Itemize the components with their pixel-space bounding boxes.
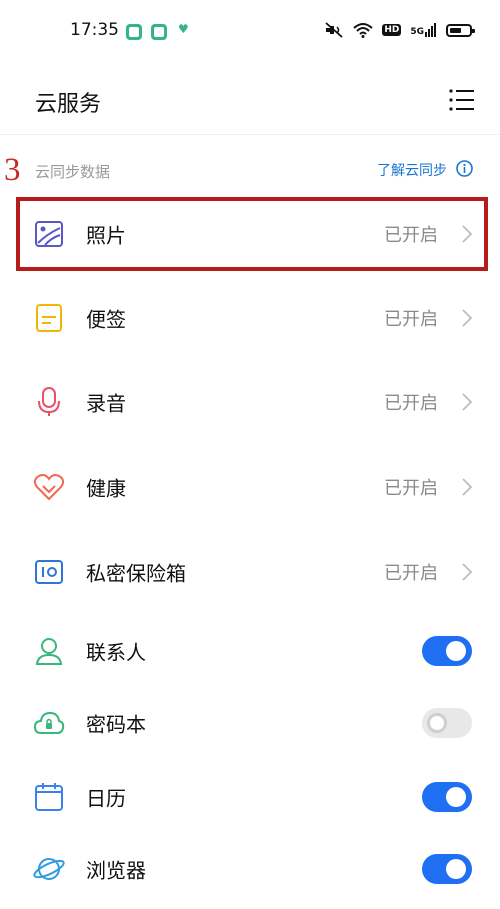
signal-icon: 5G [410,23,437,37]
microphone-icon [38,387,60,416]
heart-icon [33,474,65,501]
sync-item-password-book: 密码本 [0,683,500,763]
sync-item-calendar: 日历 [0,757,500,837]
info-button[interactable] [456,160,473,177]
header-divider [0,134,500,135]
note-icon [36,304,62,332]
hd-icon: HD [382,24,402,36]
sync-item-contacts: 联系人 [0,611,500,691]
sync-item-recordings[interactable]: 录音 已开启 [0,362,500,442]
safe-icon [35,560,63,584]
network-type: 5G [410,27,424,37]
sync-item-health[interactable]: 健康 已开启 [0,447,500,527]
sync-item-private-safe[interactable]: 私密保险箱 已开启 [0,532,500,612]
item-status: 已开启 [384,393,438,414]
item-label: 便签 [86,307,126,332]
chevron-right-icon [462,309,473,327]
status-indicators: HD 5G [324,22,475,38]
menu-button[interactable] [448,88,476,112]
cloud-lock-icon [33,711,65,734]
item-label: 录音 [86,391,126,416]
toggle-knob [446,859,466,879]
status-time: 17:35 [70,20,119,40]
page-title: 云服务 [35,92,102,117]
calendar-toggle[interactable] [422,782,472,812]
item-label: 密码本 [86,712,146,737]
app-icon [126,24,142,40]
toggle-knob [446,787,466,807]
learn-sync-link[interactable]: 了解云同步 [377,160,447,180]
password-book-toggle[interactable] [422,708,472,738]
app-icon [151,24,167,40]
item-label: 联系人 [86,640,146,665]
battery-icon [446,23,475,37]
contacts-toggle[interactable] [422,636,472,666]
list-menu-icon [449,89,474,111]
browser-toggle[interactable] [422,854,472,884]
calendar-icon [35,783,63,811]
mute-icon [325,22,343,38]
toggle-knob [446,641,466,661]
toggle-knob [427,713,447,733]
wifi-icon [353,23,373,38]
browser-icon [33,858,65,880]
item-label: 私密保险箱 [86,561,186,586]
chevron-right-icon [462,393,473,411]
chevron-right-icon [462,563,473,581]
item-label: 日历 [86,786,126,811]
chevron-right-icon [462,478,473,496]
item-status: 已开启 [384,309,438,330]
heart-icon: ♥ [178,22,189,36]
item-status: 已开启 [384,563,438,584]
info-icon [456,160,473,177]
item-label: 健康 [86,476,126,501]
section-label: 云同步数据 [35,163,111,181]
sync-item-notes[interactable]: 便签 已开启 [0,278,500,358]
item-label: 浏览器 [86,858,146,883]
item-status: 已开启 [384,478,438,499]
sync-item-browser: 浏览器 [0,829,500,909]
contact-icon [35,638,63,665]
step-annotation: 3 [4,152,21,188]
highlight-box [16,197,488,271]
